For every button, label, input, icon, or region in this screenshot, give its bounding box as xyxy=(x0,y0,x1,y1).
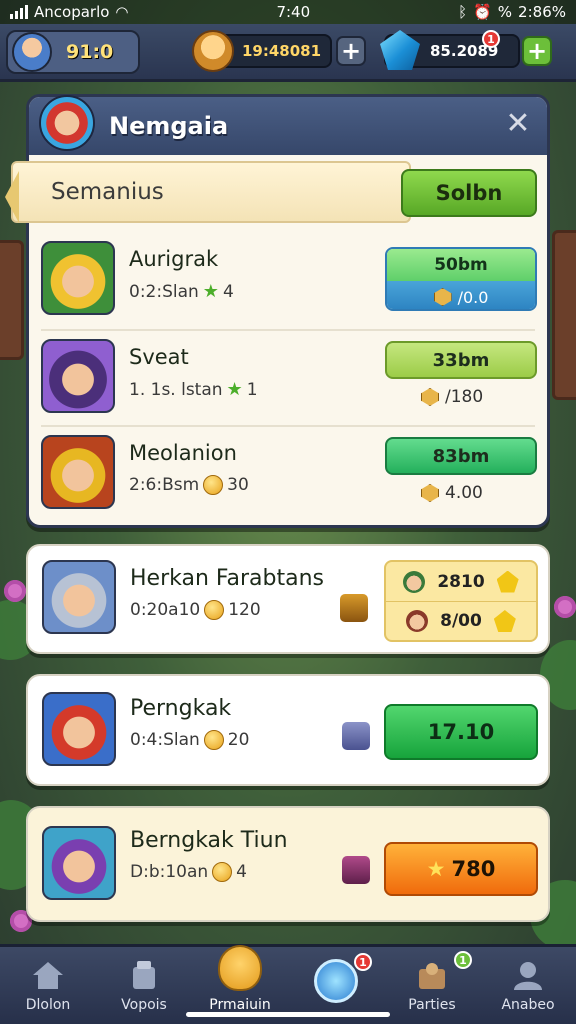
coin-icon xyxy=(204,600,225,620)
mail-notification-badge: 1 xyxy=(354,953,372,971)
character-stats: 0:2:Slan ★ 4 xyxy=(129,281,234,302)
character-avatar xyxy=(42,826,116,900)
coin-icon xyxy=(203,475,224,495)
party-icon xyxy=(419,963,445,989)
offer-card[interactable]: Berngkak Tiun D:b:10an 4 ★ 780 xyxy=(26,806,550,922)
section-action-button[interactable]: Solbn xyxy=(401,169,537,217)
gem-icon xyxy=(493,610,516,632)
offers-panel: Nemgaia ✕ Semanius Solbn Aurigrak 0:2:Sl… xyxy=(11,94,550,528)
add-gems-button[interactable]: + xyxy=(522,36,552,66)
panel-title: Nemgaia xyxy=(109,112,229,140)
character-name: Berngkak Tiun xyxy=(130,828,288,853)
close-icon[interactable]: ✕ xyxy=(503,109,533,139)
character-avatar xyxy=(42,560,116,634)
carrier-label: Ancoparlo xyxy=(34,3,110,21)
panel-header: Nemgaia ✕ xyxy=(29,95,547,155)
battery-level: 2:86% xyxy=(518,3,566,21)
character-avatar xyxy=(41,241,115,315)
panel-avatar xyxy=(39,95,95,151)
list-item[interactable]: Meolanion 2:6:Bsm 30 83bm 4.00 xyxy=(41,431,537,521)
buy-button[interactable]: 17.10 xyxy=(384,704,538,760)
upgrade-button[interactable]: 83bm xyxy=(385,437,537,475)
player-level: 91:0 xyxy=(66,41,114,63)
character-stats: 1. 1s. lstan ★ 1 xyxy=(129,379,258,400)
character-stats: 2:6:Bsm 30 xyxy=(129,475,249,495)
coin-icon xyxy=(421,388,439,406)
nav-item-shop[interactable]: Vopois xyxy=(96,947,192,1024)
mail-icon xyxy=(314,959,358,1003)
reward-box[interactable]: 2810 8/00 xyxy=(384,560,538,642)
nav-item-parties[interactable]: 1 Parties xyxy=(384,947,480,1024)
character-name: Meolanion xyxy=(129,441,237,465)
gem-icon xyxy=(380,30,420,70)
buy-button[interactable]: ★ 780 xyxy=(384,842,538,896)
divider xyxy=(41,329,535,331)
clock: 7:40 xyxy=(276,3,311,21)
divider xyxy=(41,425,535,427)
character-face-icon xyxy=(406,610,429,632)
upgrade-button[interactable]: 33bm xyxy=(385,341,537,379)
player-avatar[interactable] xyxy=(12,32,52,72)
star-icon: ★ xyxy=(226,379,243,400)
gift-icon xyxy=(342,856,370,884)
character-name: Perngkak xyxy=(130,696,232,721)
resource-bar: 91:0 19:48081 + 85.2089 1 + xyxy=(0,24,576,82)
coin-character-icon xyxy=(192,30,234,72)
coin-icon xyxy=(203,730,224,750)
character-stats: D:b:10an 4 xyxy=(130,862,247,882)
list-item[interactable]: Sveat 1. 1s. lstan ★ 1 33bm /180 xyxy=(41,335,537,425)
home-icon xyxy=(33,962,63,989)
alarm-icon: ⏰ xyxy=(473,3,492,21)
parties-notification-badge: 1 xyxy=(454,951,472,969)
list-item[interactable]: Aurigrak 0:2:Slan ★ 4 50bm /0.0 xyxy=(41,237,537,327)
upgrade-cost: /180 xyxy=(421,387,483,407)
home-indicator[interactable] xyxy=(186,1012,390,1017)
section-label: Semanius xyxy=(51,179,164,205)
background-flower xyxy=(554,596,576,618)
coin-icon xyxy=(433,288,452,306)
coins-counter: 19:48081 xyxy=(192,30,332,72)
signal-icon xyxy=(10,5,28,19)
nav-item-profile[interactable]: Anabeo xyxy=(480,947,576,1024)
character-name: Aurigrak xyxy=(129,247,219,271)
coin-icon xyxy=(212,862,233,882)
section-ribbon: Semanius xyxy=(11,161,411,223)
character-avatar xyxy=(41,435,115,509)
wifi-icon: ◠ xyxy=(115,3,129,21)
gem-icon xyxy=(496,570,519,593)
add-coins-button[interactable]: + xyxy=(336,36,366,66)
character-avatar xyxy=(41,339,115,413)
status-bar: Ancoparlo ◠ 7:40 ᛒ ⏰ % 2:86% xyxy=(0,0,576,24)
character-stats: 0:4:Slan 20 xyxy=(130,730,250,750)
upgrade-cost: 4.00 xyxy=(421,483,483,503)
character-avatar xyxy=(42,692,116,766)
offer-card[interactable]: Perngkak 0:4:Slan 20 17.10 xyxy=(26,674,550,786)
character-name: Sveat xyxy=(129,345,189,369)
gems-notification-badge: 1 xyxy=(482,30,500,48)
character-name: Herkan Farabtans xyxy=(130,566,325,591)
character-face-icon xyxy=(403,570,426,593)
upgrade-button[interactable]: 50bm /0.0 xyxy=(385,247,537,311)
battery-percent-icon: % xyxy=(497,3,513,21)
treasure-chest-icon xyxy=(340,594,368,622)
star-icon: ★ xyxy=(202,281,219,302)
character-stats: 0:20a10 120 xyxy=(130,600,261,620)
trophy-icon xyxy=(218,945,262,991)
offer-card[interactable]: Herkan Farabtans 0:20a10 120 2810 8/00 xyxy=(26,544,550,654)
profile-icon xyxy=(514,962,542,990)
star-icon: ★ xyxy=(426,857,446,881)
background-house xyxy=(552,230,576,400)
armor-icon xyxy=(342,722,370,750)
bluetooth-icon: ᛒ xyxy=(458,3,468,21)
background-house xyxy=(0,240,24,360)
player-level-chip[interactable]: 91:0 xyxy=(6,30,140,74)
background-flower xyxy=(4,580,26,602)
coin-icon xyxy=(421,484,439,502)
nav-item-home[interactable]: Dlolon xyxy=(0,947,96,1024)
shop-icon xyxy=(133,961,155,989)
